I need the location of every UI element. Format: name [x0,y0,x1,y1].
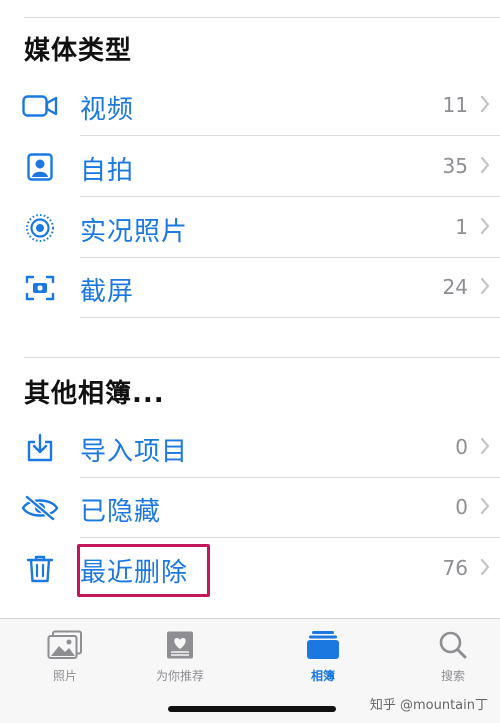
selfie-icon [20,151,60,183]
album-row-imports[interactable]: 导入项目 0 [0,418,500,478]
row-divider [80,135,500,136]
chevron-right-icon [480,558,490,580]
tab-photos[interactable]: 照片 [10,629,120,684]
tab-for-you[interactable]: 为你推荐 [125,629,235,684]
album-row-recently-deleted[interactable]: 最近删除 76 [0,539,500,599]
tab-label: 相簿 [310,669,335,683]
album-row-video[interactable]: 视频 11 [0,76,500,136]
chevron-right-icon [480,277,490,299]
album-label: 截屏 [80,277,135,307]
tab-albums[interactable]: 相簿 [268,629,378,684]
row-divider [80,537,500,538]
chevron-right-icon [480,497,490,519]
chevron-right-icon [480,95,490,117]
album-count: 0 [455,495,468,519]
albums-icon [268,629,378,661]
trash-icon [20,553,60,585]
home-indicator[interactable] [168,706,336,712]
top-divider [24,17,500,18]
tab-label: 照片 [52,669,77,683]
hidden-eye-icon [20,492,60,524]
album-row-hidden[interactable]: 已隐藏 0 [0,478,500,538]
album-label: 已隐藏 [80,497,162,527]
album-count: 1 [455,215,468,239]
album-count: 24 [442,275,468,299]
search-icon [398,629,500,661]
highlight-annotation-box [77,544,210,597]
album-row-selfie[interactable]: 自拍 35 [0,137,500,197]
tab-label: 搜索 [440,669,465,683]
chevron-right-icon [480,217,490,239]
album-count: 35 [442,154,468,178]
section-divider [24,357,500,358]
chevron-right-icon [480,156,490,178]
album-label: 自拍 [80,156,135,186]
for-you-icon [125,629,235,661]
tab-search[interactable]: 搜索 [398,629,500,684]
watermark-text: 知乎 @mountain丁 [369,698,488,713]
chevron-right-icon [480,437,490,459]
album-row-live-photos[interactable]: 实况照片 1 [0,198,500,258]
album-label: 实况照片 [80,217,189,247]
album-count: 0 [455,435,468,459]
row-divider [80,317,500,318]
row-divider [80,196,500,197]
album-label: 视频 [80,95,135,125]
album-label: 导入项目 [80,437,189,467]
album-count: 76 [442,556,468,580]
screenshot-icon [20,272,60,304]
photos-icon [10,629,120,661]
import-icon [20,432,60,464]
album-count: 11 [442,93,468,117]
media-types-header: 媒体类型 [24,36,133,66]
video-icon [20,90,60,122]
tab-label: 为你推荐 [155,669,204,683]
other-albums-header: 其他相簿... [24,379,165,409]
live-photo-icon [20,212,60,244]
album-row-screenshots[interactable]: 截屏 24 [0,258,500,318]
